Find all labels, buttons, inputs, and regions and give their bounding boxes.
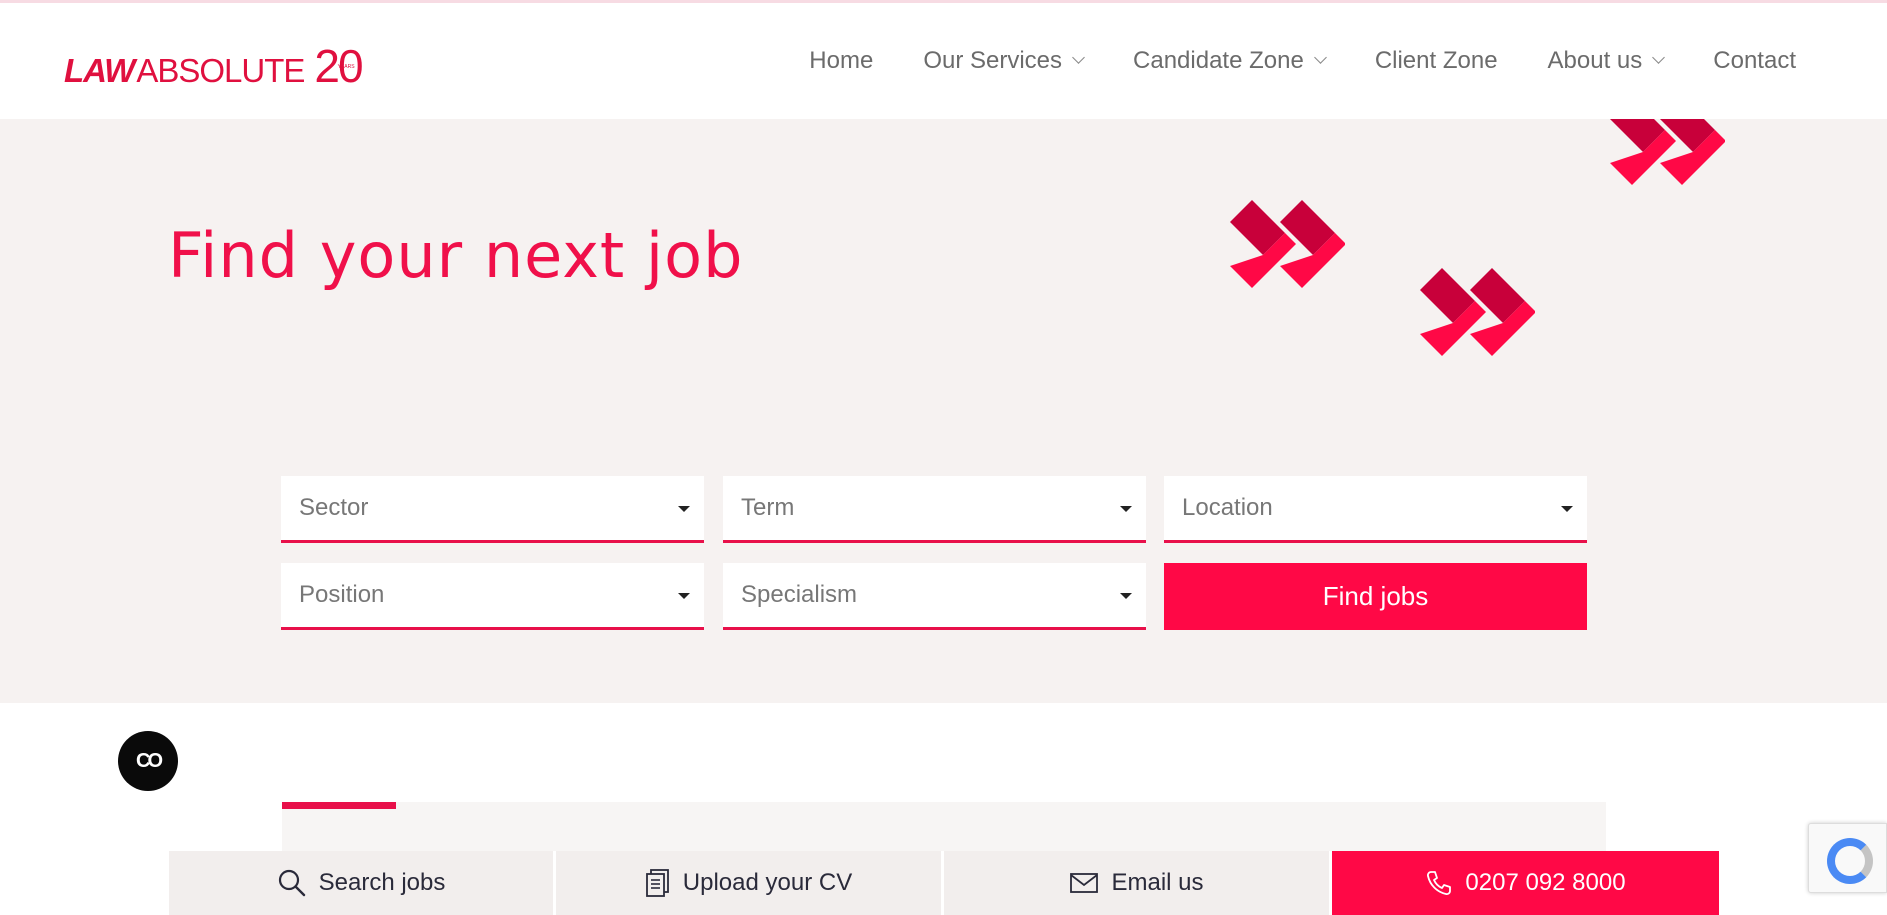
email-us-button[interactable]: Email us (944, 851, 1332, 915)
term-select[interactable]: Term (723, 476, 1146, 543)
logo-twenty: 20 YEARS (314, 43, 363, 89)
recaptcha-badge[interactable] (1808, 823, 1887, 893)
chevron-down-icon (1313, 50, 1327, 64)
double-chevron-decoration-lower (1420, 268, 1535, 356)
logo-law: LAW (64, 52, 135, 89)
upload-cv-button[interactable]: Upload your CV (556, 851, 944, 915)
caret-down-icon (1120, 593, 1132, 599)
document-icon (645, 869, 669, 897)
sector-select[interactable]: Sector (281, 476, 704, 543)
nav-our-services-label: Our Services (923, 47, 1063, 74)
nav-client-zone[interactable]: Client Zone (1375, 47, 1498, 75)
site-logo[interactable]: LAW ABSOLUTE 20 YEARS (64, 37, 364, 89)
nav-about-us[interactable]: About us (1547, 47, 1666, 75)
nav-our-services[interactable]: Our Services (923, 47, 1085, 75)
logo-years: YEARS (337, 63, 355, 70)
site-header: LAW ABSOLUTE 20 YEARS Home Our Services … (0, 3, 1887, 119)
sector-select-value: Sector (299, 494, 369, 521)
nav-home-label: Home (809, 47, 874, 74)
logo-absolute: ABSOLUTE (136, 52, 305, 89)
caret-down-icon (1561, 506, 1573, 512)
position-select[interactable]: Position (281, 563, 704, 630)
phone-number: 0207 092 8000 (1465, 869, 1626, 896)
hero-title: Find your next job (168, 219, 744, 292)
chevron-down-icon (1652, 50, 1666, 64)
position-select-value: Position (299, 581, 385, 608)
location-select[interactable]: Location (1164, 476, 1587, 543)
caret-down-icon (1120, 506, 1132, 512)
phone-icon (1427, 871, 1452, 895)
caret-down-icon (678, 506, 690, 512)
search-jobs-button[interactable]: Search jobs (169, 851, 556, 915)
bottom-action-bar: Search jobs Upload your CV Email us 0207… (169, 851, 1719, 915)
card-accent-bar (282, 802, 396, 809)
specialism-select-value: Specialism (741, 581, 858, 608)
double-chevron-decoration-middle (1230, 200, 1345, 288)
nav-home[interactable]: Home (809, 47, 873, 75)
specialism-select[interactable]: Specialism (723, 563, 1146, 630)
search-jobs-label: Search jobs (318, 869, 446, 896)
nav-candidate-zone-label: Candidate Zone (1133, 47, 1304, 74)
phone-button[interactable]: 0207 092 8000 (1332, 851, 1719, 915)
search-icon (278, 869, 305, 897)
find-jobs-button[interactable]: Find jobs (1164, 563, 1587, 630)
nav-about-us-label: About us (1547, 47, 1643, 74)
nav-contact[interactable]: Contact (1713, 47, 1796, 75)
nav-contact-label: Contact (1713, 47, 1796, 74)
main-nav: Home Our Services Candidate Zone Client … (759, 47, 1796, 75)
hero-section: Find your next job Sector Term Location … (0, 119, 1887, 703)
envelope-icon (1070, 873, 1099, 893)
double-chevron-decoration-top (1610, 119, 1725, 185)
location-select-value: Location (1182, 494, 1273, 521)
email-us-label: Email us (1111, 869, 1204, 896)
nav-candidate-zone[interactable]: Candidate Zone (1133, 47, 1327, 75)
term-select-value: Term (741, 494, 795, 521)
floating-co-badge[interactable]: CO (118, 731, 178, 791)
recaptcha-icon (1827, 838, 1873, 884)
chevron-down-icon (1072, 50, 1085, 64)
nav-client-zone-label: Client Zone (1374, 47, 1498, 74)
upload-cv-label: Upload your CV (682, 869, 853, 896)
caret-down-icon (678, 593, 690, 599)
